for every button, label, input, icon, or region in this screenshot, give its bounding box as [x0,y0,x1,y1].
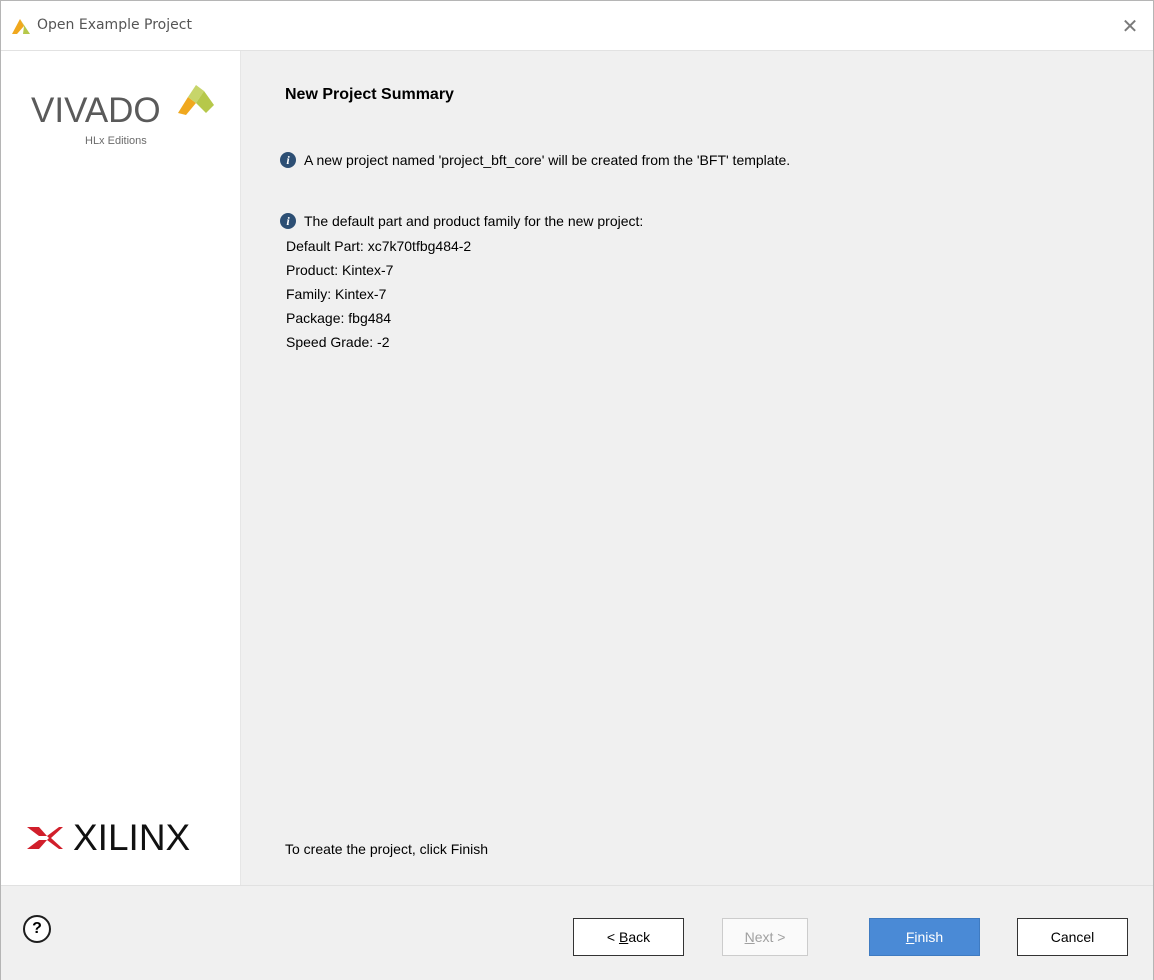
info-icon: i [280,152,296,168]
back-prefix: < [606,929,619,945]
project-info-message: i A new project named 'project_bft_core'… [280,152,790,168]
vivado-app-icon [12,19,30,34]
back-button[interactable]: < Back [573,918,684,956]
default-part-line: Default Part: xc7k70tfbg484-2 [286,238,472,254]
vivado-mark-icon [178,85,214,115]
xilinx-wordmark: XILINX [73,817,191,858]
help-glyph: ? [32,920,42,937]
xilinx-logo: XILINX [25,817,225,861]
next-rest: ext > [754,929,786,945]
window-title: Open Example Project [37,17,192,33]
back-mnemonic: B [618,929,629,945]
part-info-header: The default part and product family for … [304,213,644,229]
cancel-button[interactable]: Cancel [1017,918,1128,956]
xilinx-mark-icon [27,827,63,849]
finish-hint: To create the project, click Finish [285,841,489,857]
vivado-wordmark: VIVADO [31,91,161,130]
finish-button[interactable]: Finish [869,918,980,956]
next-mnemonic: N [744,929,755,945]
project-info-text: A new project named 'project_bft_core' w… [304,152,791,168]
part-info-message: i The default part and product family fo… [280,213,643,229]
package-line: Package: fbg484 [286,310,392,326]
finish-mnemonic: F [905,929,915,945]
part-details: Default Part: xc7k70tfbg484-2 Product: K… [286,234,471,354]
button-bar: ? < Back Next > Finish Cancel [1,885,1153,980]
next-button[interactable]: Next > [722,918,808,956]
left-banner: VIVADO HLx Editions XILINX [1,51,241,885]
summary-panel: New Project Summary i A new project name… [242,51,1153,885]
close-icon[interactable]: ✕ [1115,11,1145,41]
info-icon: i [280,213,296,229]
vivado-logo: VIVADO HLx Editions [31,83,221,161]
product-line: Product: Kintex-7 [286,262,394,278]
back-rest: ack [628,929,651,945]
close-glyph: ✕ [1121,14,1139,38]
finish-rest: inish [914,929,944,945]
family-line: Family: Kintex-7 [286,286,387,302]
speed-grade-line: Speed Grade: -2 [286,334,390,350]
edition-label: HLx Editions [85,135,147,147]
help-icon[interactable]: ? [23,915,51,943]
page-title: New Project Summary [285,86,454,103]
open-example-project-dialog: Open Example Project ✕ VIVADO HLx Editio… [0,0,1154,980]
title-bar[interactable]: Open Example Project ✕ [1,1,1153,51]
